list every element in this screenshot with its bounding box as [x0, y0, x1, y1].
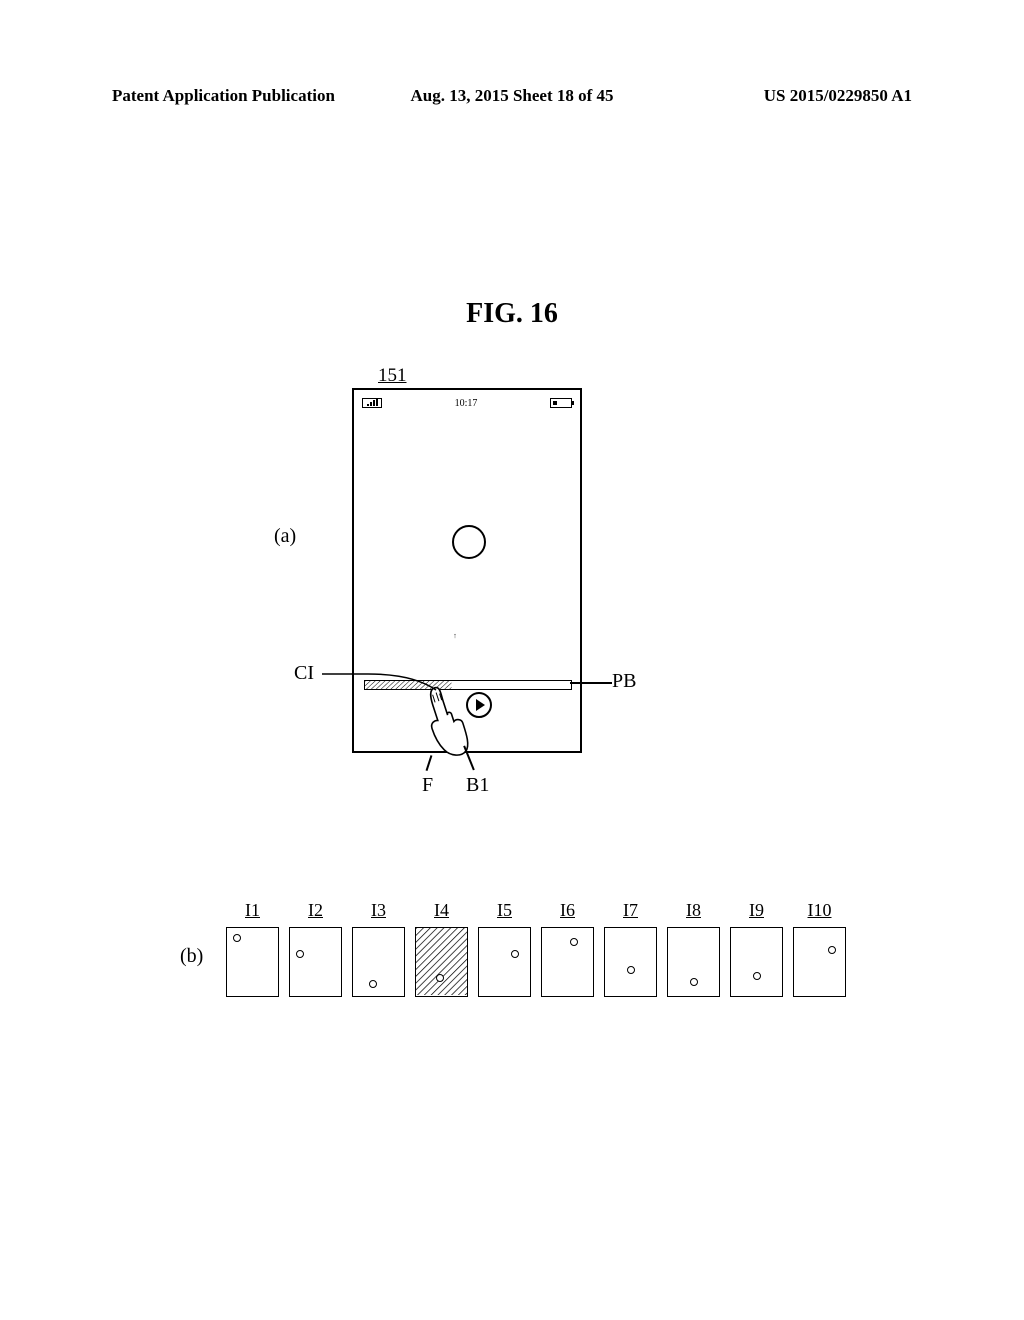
frame-I2[interactable]: I2 — [289, 900, 342, 997]
frame-I10[interactable]: I10 — [793, 900, 846, 997]
ball-marker — [753, 972, 761, 980]
ball-marker — [233, 934, 241, 942]
frame-label: I10 — [793, 900, 846, 921]
pub-number: US 2015/0229850 A1 — [645, 86, 912, 106]
ball-marker — [828, 946, 836, 954]
frame-thumbnail[interactable] — [352, 927, 405, 997]
frame-I3[interactable]: I3 — [352, 900, 405, 997]
frame-thumbnail[interactable] — [478, 927, 531, 997]
ball-marker — [296, 950, 304, 958]
ball-marker — [570, 938, 578, 946]
frame-thumbnail[interactable] — [730, 927, 783, 997]
frame-label: I1 — [226, 900, 279, 921]
ball-marker — [436, 974, 444, 982]
ball-marker — [690, 978, 698, 986]
play-icon — [476, 699, 485, 711]
frame-thumbnail[interactable] — [793, 927, 846, 997]
frame-thumbnail[interactable] — [226, 927, 279, 997]
page-header: Patent Application Publication Aug. 13, … — [112, 86, 912, 106]
part-a-label: (a) — [274, 525, 296, 548]
frame-I7[interactable]: I7 — [604, 900, 657, 997]
ball-object — [452, 525, 486, 559]
frame-strip: I1 I2 I3 I4 I5 I6 I7 I8 I9 I10 — [226, 900, 846, 997]
ci-label: CI — [294, 662, 314, 685]
frame-label: I7 — [604, 900, 657, 921]
pub-category: Patent Application Publication — [112, 86, 379, 106]
frame-I8[interactable]: I8 — [667, 900, 720, 997]
ball-marker — [511, 950, 519, 958]
frame-thumbnail[interactable] — [289, 927, 342, 997]
signal-icon — [362, 398, 382, 408]
date-sheet: Aug. 13, 2015 Sheet 18 of 45 — [379, 86, 646, 106]
ball-marker — [627, 966, 635, 974]
b1-label: B1 — [466, 774, 489, 797]
frame-label: I6 — [541, 900, 594, 921]
pb-leader-line — [570, 682, 612, 684]
frame-I6[interactable]: I6 — [541, 900, 594, 997]
frame-I5[interactable]: I5 — [478, 900, 531, 997]
ball-marker — [369, 980, 377, 988]
frame-I1[interactable]: I1 — [226, 900, 279, 997]
play-button[interactable] — [466, 692, 492, 718]
frame-label: I3 — [352, 900, 405, 921]
clock: 10:17 — [382, 398, 550, 409]
frame-label: I2 — [289, 900, 342, 921]
frame-I4[interactable]: I4 — [415, 900, 468, 997]
ci-leader-line — [318, 648, 448, 692]
frame-thumbnail[interactable] — [415, 927, 468, 997]
ref-151-label: 151 — [378, 365, 407, 387]
frame-label: I5 — [478, 900, 531, 921]
frame-thumbnail[interactable] — [667, 927, 720, 997]
up-arrow-icon — [454, 614, 456, 658]
frame-I9[interactable]: I9 — [730, 900, 783, 997]
frame-thumbnail[interactable] — [604, 927, 657, 997]
frame-label: I9 — [730, 900, 783, 921]
pb-label: PB — [612, 670, 636, 693]
part-b-label: (b) — [180, 945, 203, 968]
phone-outline: 10:17 — [352, 388, 582, 753]
frame-label: I4 — [415, 900, 468, 921]
figure-title: FIG. 16 — [0, 298, 1024, 330]
frame-label: I8 — [667, 900, 720, 921]
f-label: F — [422, 774, 433, 797]
f-leader-line — [426, 755, 432, 771]
battery-icon — [550, 398, 572, 408]
frame-thumbnail[interactable] — [541, 927, 594, 997]
status-bar: 10:17 — [354, 395, 580, 411]
